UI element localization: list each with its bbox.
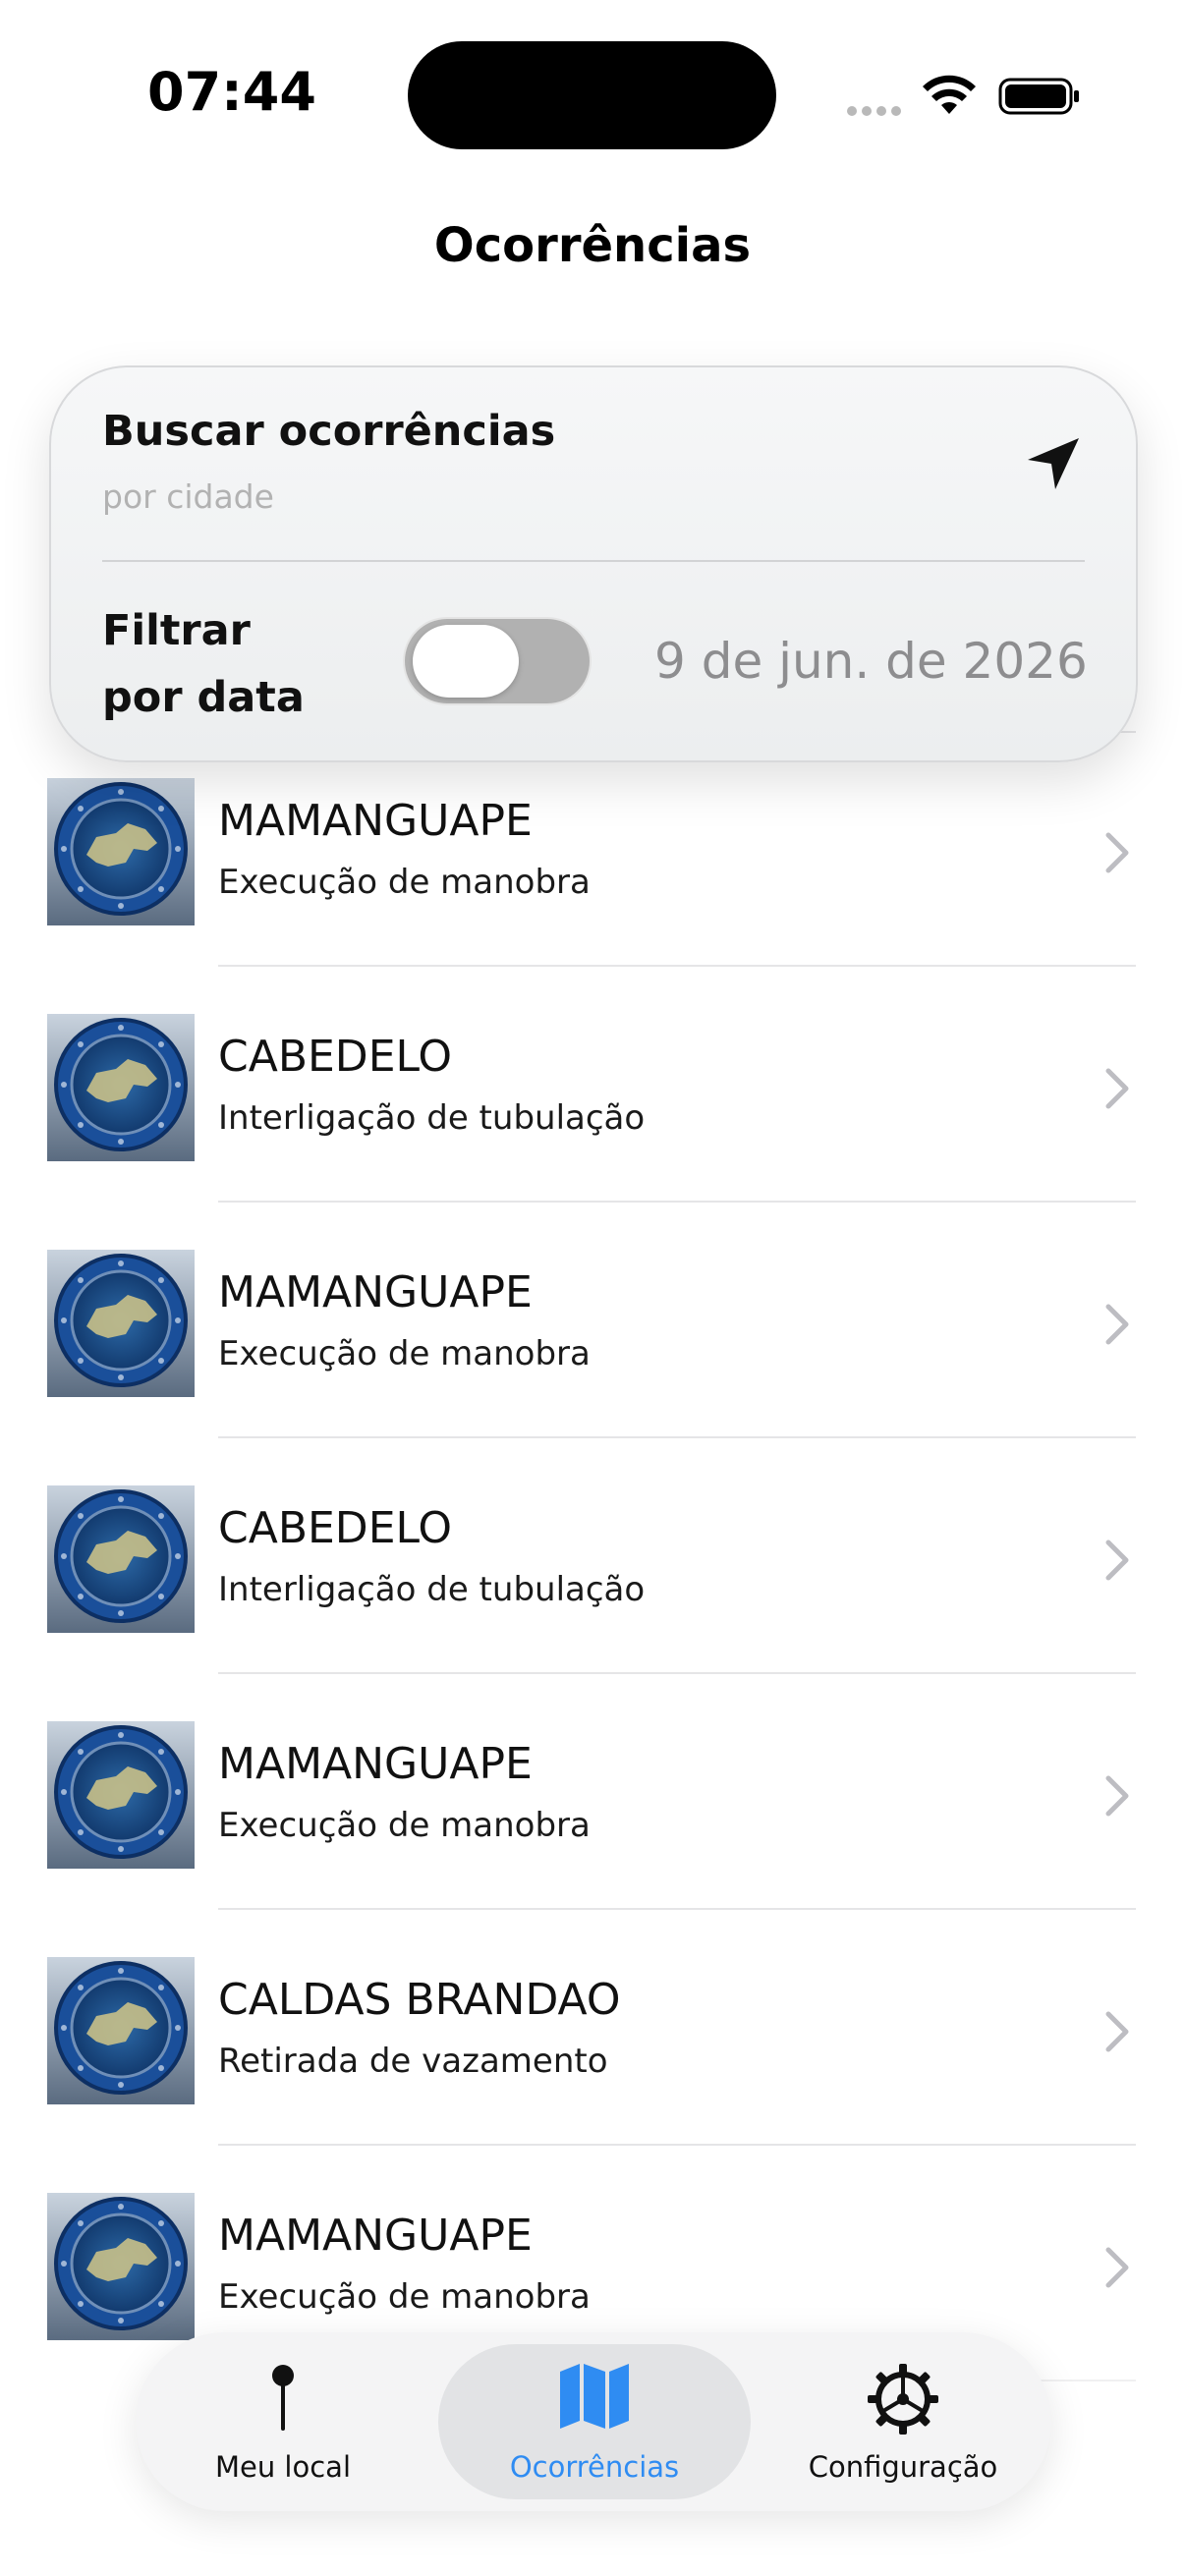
occurrence-city: MAMANGUAPE <box>218 1739 533 1789</box>
occurrence-type: Interligação de tubulação <box>218 1098 646 1138</box>
tab-label: Meu local <box>214 2450 352 2484</box>
occurrence-thumbnail <box>47 1721 195 1869</box>
chevron-right-icon <box>1105 2011 1129 2052</box>
occurrence-thumbnail <box>47 2193 195 2340</box>
occurrence-city: CABEDELO <box>218 1032 453 1082</box>
occurrence-thumbnail <box>47 1485 195 1633</box>
list-item[interactable]: CALDAS BRANDAO Retirada de vazamento <box>0 1910 1185 2146</box>
map-icon <box>560 2364 629 2429</box>
tab-label: Ocorrências <box>509 2450 680 2484</box>
chevron-right-icon <box>1105 832 1129 873</box>
location-arrow-icon[interactable] <box>1024 434 1083 493</box>
city-search-input[interactable]: por cidade <box>102 477 274 516</box>
toggle-knob <box>413 625 519 698</box>
filter-label-line1: Filtrar <box>102 606 251 655</box>
divider <box>102 560 1085 562</box>
chevron-right-icon <box>1105 1304 1129 1345</box>
search-filter-card: Buscar ocorrências por cidade Filtrar po… <box>49 365 1138 762</box>
occurrence-type: Execução de manobra <box>218 1334 591 1373</box>
chevron-right-icon <box>1105 1775 1129 1817</box>
tab-meu-local[interactable]: Meu local <box>136 2332 430 2511</box>
chevron-right-icon <box>1105 2247 1129 2288</box>
list-item[interactable]: MAMANGUAPE Execução de manobra <box>0 1203 1185 1438</box>
occurrence-type: Interligação de tubulação <box>218 1570 646 1609</box>
occurrence-list: MAMANGUAPE Execução de manobra CABEDELO … <box>0 731 1185 2381</box>
chevron-right-icon <box>1105 1540 1129 1581</box>
occurrence-type: Execução de manobra <box>218 863 591 902</box>
search-title: Buscar ocorrências <box>102 407 556 456</box>
tab-ocorrencias[interactable]: Ocorrências <box>438 2332 751 2511</box>
occurrence-thumbnail <box>47 1957 195 2104</box>
page-title: Ocorrências <box>433 218 752 273</box>
list-item[interactable]: MAMANGUAPE Execução de manobra <box>0 731 1185 967</box>
filter-date-toggle[interactable] <box>405 619 590 703</box>
tab-configuracao[interactable]: Configuração <box>755 2332 1051 2511</box>
tab-bar: Meu local Ocorrências Configuração <box>136 2332 1051 2511</box>
occurrence-type: Execução de manobra <box>218 1806 591 1845</box>
gear-icon <box>868 2364 938 2435</box>
cellular-signal-icon <box>847 101 906 120</box>
occurrence-city: MAMANGUAPE <box>218 2211 533 2261</box>
occurrence-city: MAMANGUAPE <box>218 1267 533 1317</box>
occurrence-type: Retirada de vazamento <box>218 2042 608 2081</box>
occurrence-city: CALDAS BRANDAO <box>218 1975 621 2025</box>
list-item[interactable]: MAMANGUAPE Execução de manobra <box>0 1674 1185 1910</box>
occurrence-thumbnail <box>47 778 195 925</box>
tab-label: Configuração <box>808 2450 998 2484</box>
battery-icon <box>998 78 1079 115</box>
occurrence-city: CABEDELO <box>218 1503 453 1553</box>
wifi-icon <box>923 75 976 114</box>
list-item[interactable]: CABEDELO Interligação de tubulação <box>0 967 1185 1203</box>
pin-icon <box>272 2365 294 2431</box>
occurrence-thumbnail <box>47 1250 195 1397</box>
chevron-right-icon <box>1105 1068 1129 1109</box>
occurrence-type: Execução de manobra <box>218 2277 591 2317</box>
filter-label-line2: por data <box>102 673 305 722</box>
list-item[interactable]: CABEDELO Interligação de tubulação <box>0 1438 1185 1674</box>
date-picker[interactable]: 9 de jun. de 2026 <box>654 633 1088 690</box>
occurrence-thumbnail <box>47 1014 195 1161</box>
occurrence-city: MAMANGUAPE <box>218 796 533 846</box>
filter-by-date-label: Filtrar por data <box>102 597 305 731</box>
status-time: 07:44 <box>147 61 316 123</box>
dynamic-island <box>408 41 776 149</box>
